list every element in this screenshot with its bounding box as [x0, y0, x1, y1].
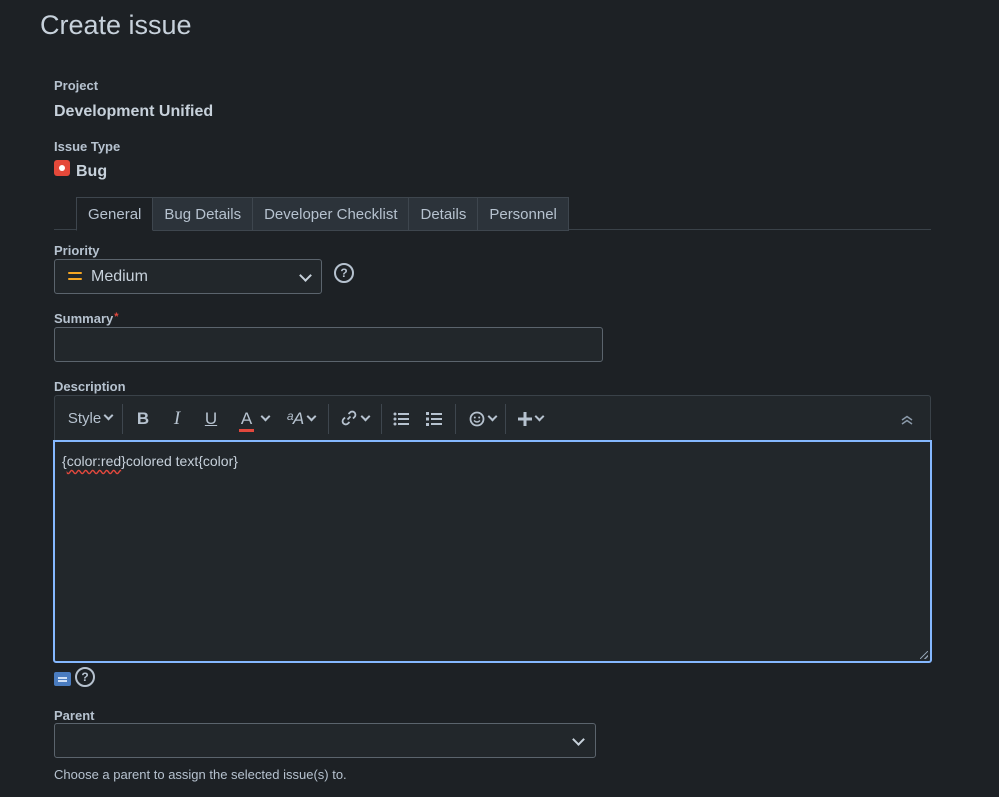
issue-type-value: Bug: [76, 163, 107, 181]
emoji-button[interactable]: [465, 396, 499, 441]
project-value: Development Unified: [54, 103, 213, 121]
underline-button[interactable]: U: [201, 396, 221, 441]
summary-label: Summary*: [54, 311, 119, 326]
page-title: Create issue: [40, 10, 192, 41]
numbered-list-icon: [426, 412, 442, 426]
project-label: Project: [54, 78, 98, 93]
issue-type-label: Issue Type: [54, 139, 120, 154]
bullet-list-button[interactable]: [390, 396, 412, 441]
chevron-down-icon: [572, 733, 585, 746]
priority-select[interactable]: Medium: [54, 259, 322, 294]
description-help-icon[interactable]: ?: [75, 667, 95, 687]
plus-icon: [518, 412, 532, 426]
priority-label: Priority: [54, 243, 100, 258]
insert-more-button[interactable]: [514, 396, 546, 441]
bold-button[interactable]: B: [133, 396, 153, 441]
link-button[interactable]: [336, 396, 372, 441]
style-dropdown[interactable]: Style: [66, 396, 114, 441]
description-label: Description: [54, 379, 126, 394]
parent-label: Parent: [54, 708, 94, 723]
bullet-list-icon: [393, 412, 409, 426]
editor-toolbar: Style B I U A ᵃA: [54, 395, 931, 440]
priority-value: Medium: [91, 268, 148, 286]
parent-select[interactable]: [54, 723, 596, 758]
required-mark: *: [114, 311, 118, 323]
emoji-icon: [469, 411, 485, 427]
misspelled-word: color:red: [67, 453, 121, 469]
tab-developer-checklist[interactable]: Developer Checklist: [253, 197, 409, 231]
text-color-button[interactable]: A: [235, 396, 275, 441]
tab-details[interactable]: Details: [409, 197, 478, 231]
link-icon: [340, 409, 358, 427]
collapse-toolbar-button[interactable]: [897, 396, 917, 441]
priority-help-icon[interactable]: ?: [334, 263, 354, 283]
description-text: {color:red}colored text{color}: [62, 453, 238, 469]
italic-button[interactable]: I: [167, 396, 187, 441]
text-size-button[interactable]: ᵃA: [283, 396, 319, 441]
double-chevron-up-icon: [901, 415, 913, 425]
text-size-icon: ᵃA: [287, 409, 304, 428]
tab-personnel[interactable]: Personnel: [478, 197, 569, 231]
numbered-list-button[interactable]: [423, 396, 445, 441]
bug-icon: [54, 160, 70, 176]
summary-input[interactable]: [54, 327, 603, 362]
text-color-icon: A: [241, 396, 252, 441]
parent-hint: Choose a parent to assign the selected i…: [54, 767, 347, 782]
tab-general[interactable]: General: [76, 197, 153, 231]
chevron-down-icon: [299, 269, 312, 282]
tab-bug-details[interactable]: Bug Details: [153, 197, 253, 231]
description-editor[interactable]: {color:red}colored text{color}: [53, 440, 932, 663]
priority-medium-icon: [68, 272, 82, 281]
resize-handle[interactable]: [920, 651, 928, 659]
attachment-icon[interactable]: [54, 672, 71, 686]
tab-bar: General Bug Details Developer Checklist …: [76, 197, 569, 230]
